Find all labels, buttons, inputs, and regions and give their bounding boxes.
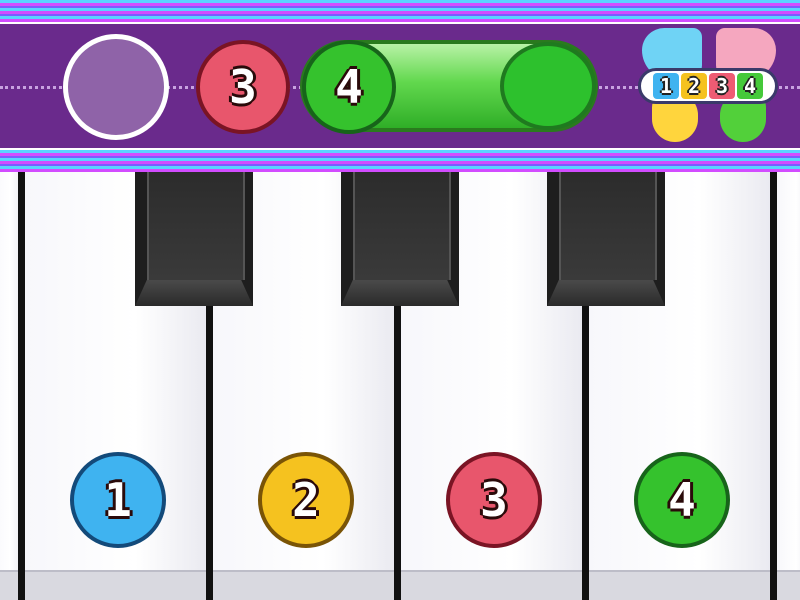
hit-target-circle (63, 34, 169, 140)
bottom-border-stripe (0, 150, 800, 172)
incoming-note-4: 4 (302, 40, 396, 134)
key-divider (770, 172, 777, 600)
hold-note-end (500, 42, 596, 130)
key-label-3[interactable]: 3 (446, 452, 542, 548)
indicator-number: 4 (737, 73, 763, 99)
black-key-3[interactable] (547, 172, 665, 306)
key-label-2[interactable]: 2 (258, 452, 354, 548)
key-label-1[interactable]: 1 (70, 452, 166, 548)
incoming-note-3: 3 (196, 40, 290, 134)
butterfly-icon: 1 2 3 4 (636, 26, 782, 146)
white-key-partial-right[interactable] (776, 172, 800, 600)
top-note-track: 3 4 1 2 3 4 (0, 0, 800, 172)
key-order-indicator: 1 2 3 4 (638, 68, 778, 104)
indicator-number: 1 (653, 73, 679, 99)
key-divider (18, 172, 25, 600)
indicator-number: 2 (681, 73, 707, 99)
top-border-stripe (0, 0, 800, 22)
key-label-4[interactable]: 4 (634, 452, 730, 548)
black-key-1[interactable] (135, 172, 253, 306)
black-key-2[interactable] (341, 172, 459, 306)
indicator-number: 3 (709, 73, 735, 99)
